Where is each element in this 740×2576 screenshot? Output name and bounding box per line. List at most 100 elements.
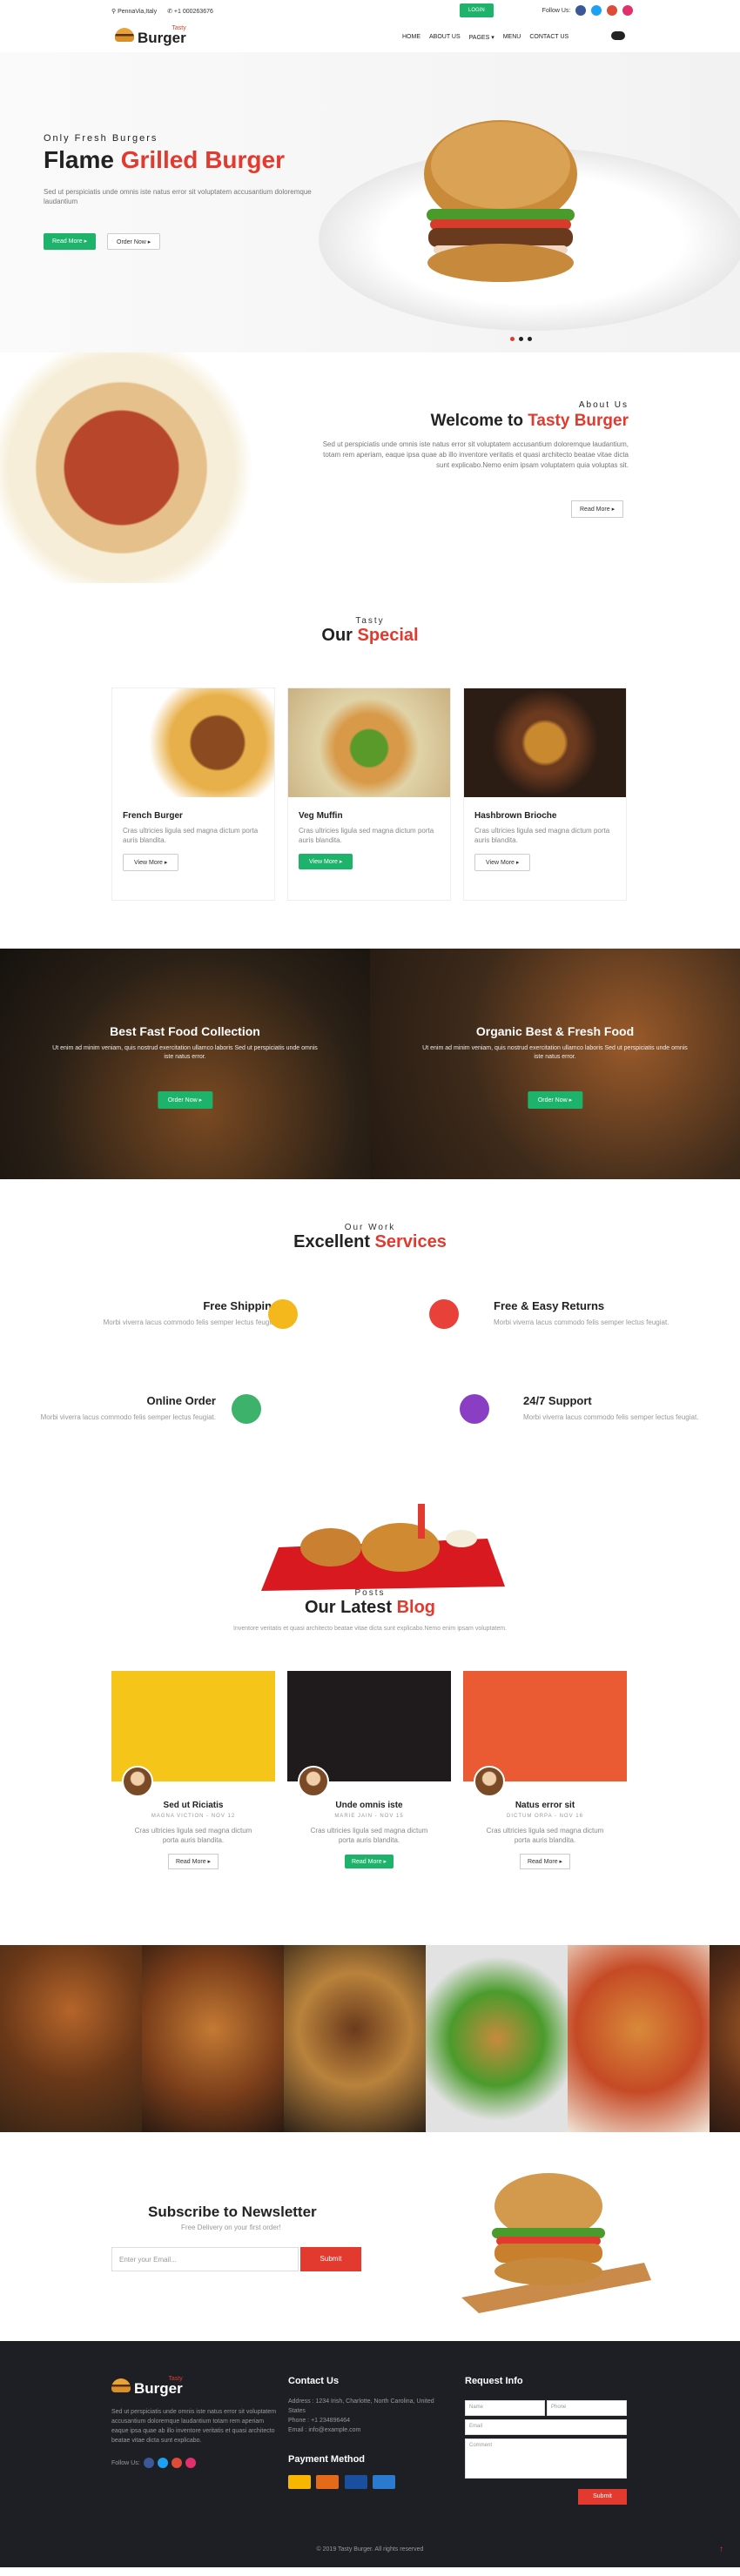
facebook-icon[interactable] bbox=[575, 5, 587, 16]
view-more-button[interactable]: View More ▸ bbox=[474, 854, 531, 871]
copyright-text: © 2019 Tasty Burger. All rights reserved bbox=[316, 2546, 424, 2553]
service-item: Free Shipping Morbi viverra lacus commodo… bbox=[103, 1299, 279, 1326]
hero-subtitle: Only Fresh Burgers bbox=[44, 133, 158, 144]
request-submit-button[interactable]: Submit bbox=[578, 2489, 627, 2505]
read-more-button[interactable]: Read More ▸ bbox=[167, 1854, 219, 1869]
newsletter-section: Subscribe to Newsletter Free Delivery on… bbox=[0, 2132, 740, 2341]
gallery-image[interactable] bbox=[0, 1945, 142, 2132]
name-field[interactable]: Name bbox=[465, 2400, 545, 2416]
promo-banner: Best Fast Food Collection Ut enim ad min… bbox=[0, 949, 370, 1179]
burger-gallery bbox=[0, 1945, 740, 2132]
services-section: Our Work Excellent Services Free Shippin… bbox=[0, 1179, 740, 1591]
main-nav: Tasty Burger HOME ABOUT US PAGES ▾ MENU C… bbox=[0, 23, 740, 52]
instagram-icon[interactable] bbox=[622, 5, 634, 16]
hero-title: Flame Grilled Burger bbox=[44, 146, 285, 173]
special-section: Tasty Our Special French Burger Cras ult… bbox=[0, 583, 740, 949]
banner-title: Best Fast Food Collection bbox=[110, 1024, 260, 1038]
blog-card-title[interactable]: Unde omnis iste bbox=[287, 1801, 451, 1810]
logo[interactable]: Tasty Burger bbox=[115, 25, 186, 45]
blog-card-meta: MARIE JAIN - NOV 15 bbox=[334, 1814, 404, 1819]
order-now-button[interactable]: Order Now ▸ bbox=[527, 1091, 583, 1109]
nav-menu[interactable]: MENU bbox=[503, 34, 521, 41]
gallery-image[interactable] bbox=[284, 1945, 426, 2132]
blog-title: Our Latest Blog bbox=[304, 1598, 436, 1617]
special-subtitle: Tasty bbox=[355, 616, 385, 626]
card-title: Veg Muffin bbox=[299, 811, 343, 821]
twitter-icon[interactable] bbox=[591, 5, 602, 16]
comment-field[interactable]: Comment bbox=[465, 2438, 627, 2479]
login-button[interactable]: LOGIN bbox=[460, 3, 494, 17]
view-more-button[interactable]: View More ▸ bbox=[299, 854, 353, 869]
burger-service-icon bbox=[232, 1394, 261, 1424]
hero-text: Sed ut perspiciatis unde omnis iste natu… bbox=[44, 188, 312, 205]
nav-home[interactable]: HOME bbox=[402, 34, 420, 41]
gallery-image[interactable] bbox=[568, 1945, 710, 2132]
contact-email[interactable]: Email : info@example.com bbox=[288, 2425, 445, 2435]
hero-slider: Only Fresh Burgers Flame Grilled Burger … bbox=[0, 52, 740, 352]
card-text: Cras ultricies ligula sed magna dictum p… bbox=[299, 827, 434, 844]
services-subtitle: Our Work bbox=[344, 1223, 396, 1232]
footer-logo[interactable]: Tasty Burger bbox=[111, 2376, 277, 2396]
google-plus-icon[interactable] bbox=[171, 2458, 182, 2468]
blog-card: Natus error sit DICTUM ORPA - NOV 16 Cra… bbox=[463, 1671, 627, 1893]
newsletter-submit-button[interactable]: Submit bbox=[300, 2247, 361, 2271]
blog-card: Unde omnis iste MARIE JAIN - NOV 15 Cras… bbox=[287, 1671, 451, 1893]
special-card: Hashbrown Brioche Cras ultricies ligula … bbox=[463, 688, 627, 901]
email-field[interactable]: Email bbox=[465, 2419, 627, 2435]
hero-order-now-button[interactable]: Order Now ▸ bbox=[107, 233, 161, 250]
veg-muffin-image bbox=[288, 688, 450, 797]
nav-pages[interactable]: PAGES ▾ bbox=[469, 34, 494, 41]
service-item: Free & Easy Returns Morbi viverra lacus c… bbox=[494, 1299, 669, 1326]
author-avatar bbox=[122, 1766, 153, 1797]
card-text: Cras ultricies ligula sed magna dictum p… bbox=[123, 827, 259, 844]
footer: Tasty Burger Sed ut perspiciatis unde omn… bbox=[0, 2341, 740, 2567]
twitter-icon[interactable] bbox=[157, 2458, 168, 2468]
hero-read-more-button[interactable]: Read More ▸ bbox=[44, 233, 97, 250]
author-avatar bbox=[474, 1766, 505, 1797]
blog-card: Sed ut Riciatis MAGNA VICTION - NOV 12 C… bbox=[111, 1671, 275, 1893]
nav-contact[interactable]: CONTACT US bbox=[529, 34, 568, 41]
banner-text: Ut enim ad minim veniam, quis nostrud ex… bbox=[422, 1045, 688, 1060]
order-now-button[interactable]: Order Now ▸ bbox=[157, 1091, 213, 1109]
follow-label: Follow Us: bbox=[542, 7, 571, 14]
blog-card-title[interactable]: Sed ut Riciatis bbox=[111, 1801, 275, 1810]
welcome-read-more-button[interactable]: Read More ▸ bbox=[571, 500, 624, 518]
blog-card-text: Cras ultricies ligula sed magna dictum p… bbox=[134, 1827, 252, 1844]
blog-card-text: Cras ultricies ligula sed magna dictum p… bbox=[310, 1827, 428, 1844]
payment-title: Payment Method bbox=[288, 2454, 366, 2465]
google-plus-icon[interactable] bbox=[607, 5, 618, 16]
author-avatar bbox=[298, 1766, 329, 1797]
service-item: 24/7 Support Morbi viverra lacus commodo … bbox=[523, 1394, 699, 1421]
read-more-button[interactable]: Read More ▸ bbox=[344, 1855, 394, 1868]
gallery-image[interactable] bbox=[142, 1945, 284, 2132]
footer-about: Sed ut perspiciatis unde omnis iste natu… bbox=[111, 2409, 277, 2444]
view-more-button[interactable]: View More ▸ bbox=[123, 854, 179, 871]
discover-icon bbox=[316, 2475, 340, 2489]
card-title: French Burger bbox=[123, 811, 183, 821]
gallery-image[interactable] bbox=[426, 1945, 568, 2132]
scroll-top-icon[interactable]: ↑ bbox=[719, 2545, 723, 2554]
newsletter-email-input[interactable]: Enter your Email... bbox=[111, 2247, 299, 2271]
payment-icons bbox=[288, 2475, 445, 2493]
instagram-icon[interactable] bbox=[185, 2458, 196, 2468]
chicken-burger-image bbox=[0, 352, 270, 583]
hashbrown-brioche-image bbox=[464, 688, 626, 797]
hero-burger-image bbox=[424, 120, 577, 282]
nav-about[interactable]: ABOUT US bbox=[429, 34, 461, 41]
cloud-icon[interactable] bbox=[611, 31, 625, 40]
french-burger-image bbox=[112, 688, 274, 797]
special-card: French Burger Cras ultricies ligula sed … bbox=[111, 688, 275, 901]
banner-text: Ut enim ad minim veniam, quis nostrud ex… bbox=[52, 1045, 318, 1060]
blog-card-title[interactable]: Natus error sit bbox=[463, 1801, 627, 1810]
facebook-icon[interactable] bbox=[143, 2458, 154, 2468]
blog-intro: Inventore veritatis et quasi architecto … bbox=[233, 1626, 507, 1632]
blog-image bbox=[111, 1671, 275, 1797]
gallery-image[interactable] bbox=[710, 1945, 740, 2132]
slider-dots[interactable] bbox=[510, 337, 532, 341]
card-text: Cras ultricies ligula sed magna dictum p… bbox=[474, 827, 610, 844]
drink-icon bbox=[460, 1394, 489, 1424]
read-more-button[interactable]: Read More ▸ bbox=[519, 1854, 571, 1869]
welcome-text: Sed ut perspiciatis unde omnis iste natu… bbox=[322, 440, 629, 469]
phone-field[interactable]: Phone bbox=[547, 2400, 627, 2416]
blog-card-text: Cras ultricies ligula sed magna dictum p… bbox=[486, 1827, 604, 1844]
